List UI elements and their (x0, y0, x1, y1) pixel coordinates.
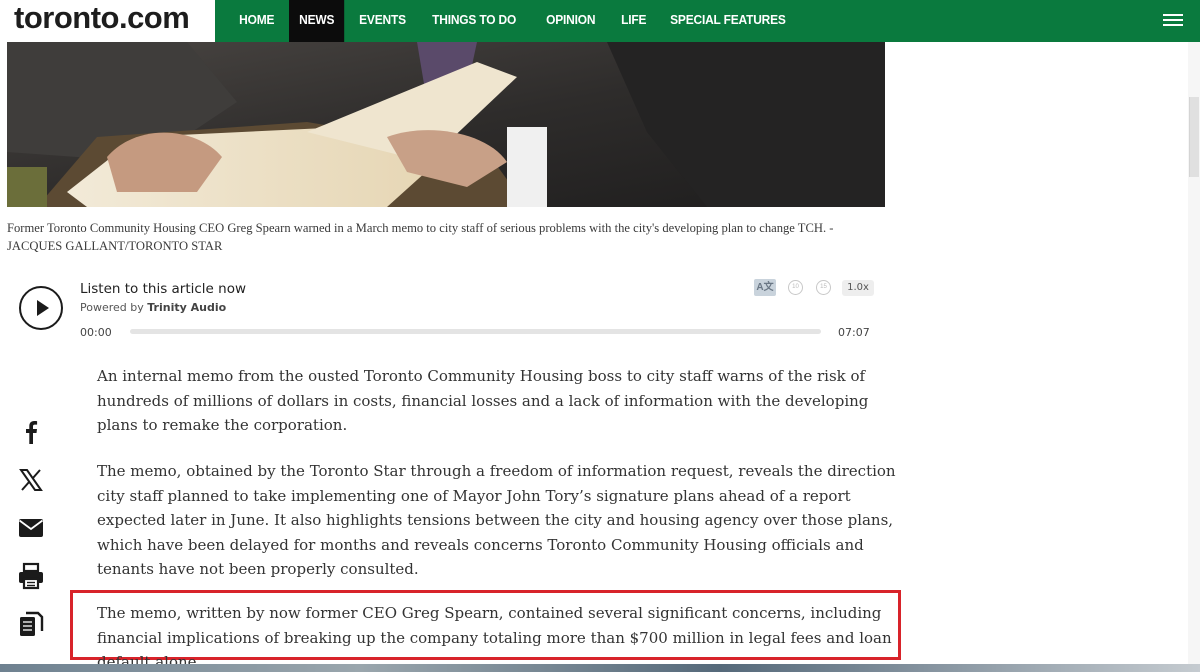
facebook-icon[interactable] (16, 417, 46, 447)
powered-brand[interactable]: Trinity Audio (147, 301, 226, 314)
nav-events[interactable]: EVENTS (349, 0, 416, 42)
mail-icon[interactable] (16, 513, 46, 543)
main-nav: HOME NEWS EVENTS THINGS TO DO OPINION LI… (229, 0, 808, 42)
hamburger-menu-icon[interactable] (1163, 14, 1183, 27)
x-icon[interactable] (16, 465, 46, 495)
nav-life[interactable]: LIFE (611, 0, 656, 42)
rewind-10-icon[interactable]: 10 (788, 280, 803, 295)
audio-current-time: 00:00 (80, 326, 112, 339)
nav-special-features[interactable]: SPECIAL FEATURES (660, 0, 796, 42)
powered-prefix: Powered by (80, 301, 144, 314)
nav-opinion[interactable]: OPINION (536, 0, 605, 42)
audio-duration: 07:07 (838, 326, 870, 339)
nav-home[interactable]: HOME (229, 0, 284, 42)
article-photo (7, 42, 885, 207)
site-logo[interactable]: toronto.com (14, 0, 190, 36)
nav-news[interactable]: NEWS (289, 0, 345, 42)
logo-container[interactable]: toronto.com (0, 0, 215, 46)
page-scrollbar[interactable] (1188, 42, 1200, 672)
taskbar-edge (0, 664, 1200, 672)
audio-powered-by: Powered by Trinity Audio (80, 301, 226, 314)
forward-15-icon[interactable]: 15 (816, 280, 831, 295)
scrollbar-thumb[interactable] (1189, 97, 1199, 177)
audio-title: Listen to this article now (80, 281, 247, 297)
play-button[interactable] (19, 286, 63, 330)
translate-icon[interactable]: A文 (754, 279, 776, 296)
print-icon[interactable] (16, 561, 46, 591)
article-paragraph: The memo, obtained by the Toronto Star t… (97, 462, 896, 578)
audio-progress-bar[interactable] (130, 329, 821, 334)
article-paragraph-highlighted: The memo, written by now former CEO Greg… (97, 604, 892, 671)
playback-speed-button[interactable]: 1.0x (842, 280, 874, 296)
photo-hands-documents (7, 42, 885, 207)
photo-caption: Former Toronto Community Housing CEO Gre… (7, 221, 834, 253)
article-paragraph: An internal memo from the ousted Toronto… (97, 367, 869, 434)
nav-things-to-do[interactable]: THINGS TO DO (422, 0, 526, 42)
copy-icon[interactable] (16, 609, 46, 639)
